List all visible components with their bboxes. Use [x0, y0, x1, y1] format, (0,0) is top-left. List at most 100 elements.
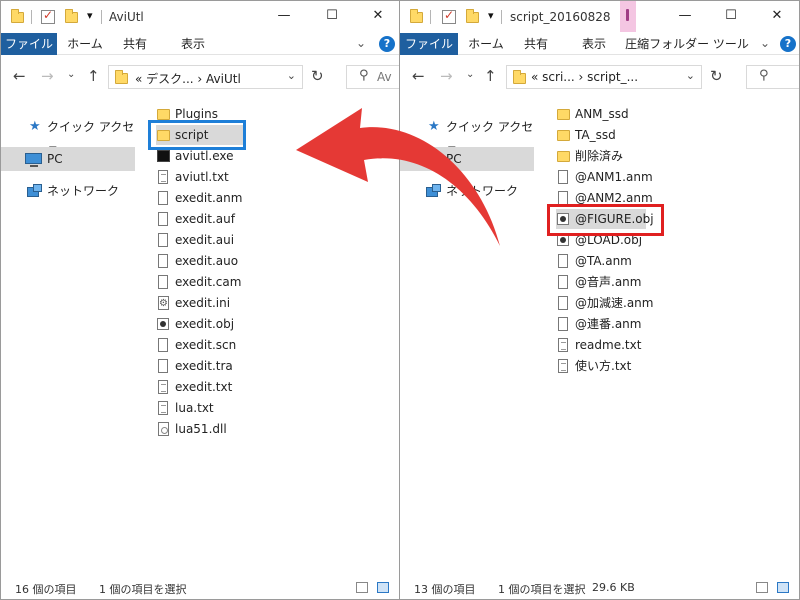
- file-name: exedit.cam: [175, 275, 242, 289]
- minimize-button[interactable]: —: [271, 4, 297, 28]
- forward-arrow-icon[interactable]: →: [41, 67, 54, 85]
- help-icon[interactable]: ?: [780, 36, 796, 52]
- list-item[interactable]: exedit.ini: [156, 293, 266, 314]
- network-icon: [26, 184, 42, 198]
- large-icons-view-icon[interactable]: [377, 582, 389, 593]
- list-item[interactable]: readme.txt: [556, 335, 666, 355]
- file-name: 使い方.txt: [575, 359, 632, 373]
- list-item[interactable]: @音声.anm: [556, 272, 666, 292]
- tab-view[interactable]: 表示: [171, 33, 215, 55]
- search-icon: ⚲: [359, 68, 369, 83]
- close-button[interactable]: ✕: [365, 4, 391, 28]
- explorer-window-script: ▾ script_20160828 — ☐ ✕ ファイル ホーム 共有 表示 圧…: [399, 0, 800, 600]
- divider: [101, 10, 102, 24]
- list-item[interactable]: TA_ssd: [556, 125, 666, 145]
- tab-home[interactable]: ホーム: [462, 33, 510, 55]
- title-bar: ▾ script_20160828 — ☐ ✕: [400, 1, 799, 32]
- new-folder-icon[interactable]: [466, 9, 479, 23]
- address-bar[interactable]: « scri... › script_... ⌄: [506, 65, 702, 89]
- folder-icon: [11, 9, 24, 23]
- tab-share[interactable]: 共有: [516, 33, 556, 55]
- address-bar[interactable]: « デスク... › AviUtl ⌄: [108, 65, 303, 89]
- tab-share[interactable]: 共有: [115, 33, 155, 55]
- text-file-icon: [158, 170, 168, 184]
- recent-locations-icon[interactable]: ⌄: [466, 69, 474, 80]
- tab-compressed-folder-tools[interactable]: 圧縮フォルダー ツール: [624, 33, 750, 55]
- list-item[interactable]: @加減速.anm: [556, 293, 666, 313]
- ribbon-expand-icon[interactable]: ⌄: [760, 36, 770, 50]
- list-item[interactable]: 使い方.txt: [556, 356, 666, 376]
- forward-arrow-icon[interactable]: →: [440, 67, 453, 85]
- list-item[interactable]: @ANM1.anm: [556, 167, 666, 187]
- file-name: exedit.scn: [175, 338, 237, 352]
- details-view-icon[interactable]: [756, 582, 768, 593]
- sidebar-item-network[interactable]: ネットワーク: [400, 179, 534, 203]
- maximize-button[interactable]: ☐: [718, 4, 744, 28]
- tab-file[interactable]: ファイル: [1, 33, 57, 55]
- file-icon: [158, 359, 168, 373]
- search-box[interactable]: ⚲ Av: [346, 65, 400, 89]
- selection-size: 29.6 KB: [592, 581, 635, 594]
- new-folder-icon[interactable]: [65, 9, 78, 23]
- list-item[interactable]: lua51.dll: [156, 419, 266, 439]
- properties-icon[interactable]: [41, 8, 55, 24]
- tab-file[interactable]: ファイル: [400, 33, 458, 55]
- file-name: @音声.anm: [575, 275, 642, 289]
- folder-icon: [557, 109, 570, 120]
- list-item[interactable]: exedit.auf: [156, 209, 266, 229]
- file-name: exedit.auf: [175, 212, 235, 226]
- list-item[interactable]: exedit.scn: [156, 335, 266, 355]
- ribbon-expand-icon[interactable]: ⌄: [356, 36, 366, 50]
- list-item[interactable]: aviutl.txt: [156, 167, 266, 187]
- list-item[interactable]: exedit.anm: [156, 188, 266, 208]
- properties-icon[interactable]: [442, 8, 456, 24]
- maximize-button[interactable]: ☐: [319, 4, 345, 28]
- help-icon[interactable]: ?: [379, 36, 395, 52]
- sidebar-item-quick-access[interactable]: ★ クイック アクセス: [1, 115, 135, 158]
- list-item[interactable]: exedit.obj: [156, 314, 266, 334]
- list-item[interactable]: exedit.txt: [156, 377, 266, 397]
- list-item[interactable]: @連番.anm: [556, 314, 666, 334]
- file-name: lua51.dll: [175, 422, 227, 436]
- back-arrow-icon[interactable]: ←: [13, 67, 26, 85]
- file-name: @ANM1.anm: [575, 170, 653, 184]
- list-item[interactable]: exedit.auo: [156, 251, 266, 271]
- list-item[interactable]: lua.txt: [156, 398, 266, 418]
- search-box[interactable]: ⚲: [746, 65, 799, 89]
- refresh-icon[interactable]: ↻: [710, 67, 723, 85]
- tab-view[interactable]: 表示: [572, 33, 616, 55]
- back-arrow-icon[interactable]: ←: [412, 67, 425, 85]
- sidebar-item-pc[interactable]: PC: [400, 147, 534, 171]
- up-arrow-icon[interactable]: ↑: [484, 67, 497, 85]
- quick-access-dropdown-icon[interactable]: ▾: [87, 9, 93, 22]
- sidebar-item-network[interactable]: ネットワーク: [1, 179, 135, 203]
- list-item[interactable]: ANM_ssd: [556, 104, 666, 124]
- folder-icon: [115, 70, 128, 84]
- up-arrow-icon[interactable]: ↑: [87, 67, 100, 85]
- recent-locations-icon[interactable]: ⌄: [67, 69, 75, 80]
- item-count: 16 個の項目: [15, 583, 77, 596]
- sidebar-item-quick-access[interactable]: ★ クイック アクセス: [400, 115, 534, 158]
- list-item[interactable]: exedit.aui: [156, 230, 266, 250]
- close-button[interactable]: ✕: [764, 4, 790, 28]
- list-item[interactable]: exedit.tra: [156, 356, 266, 376]
- refresh-icon[interactable]: ↻: [311, 67, 324, 85]
- list-item[interactable]: exedit.cam: [156, 272, 266, 292]
- pc-icon: [25, 153, 42, 167]
- sidebar-item-pc[interactable]: PC: [1, 147, 135, 171]
- context-tab-marker: [620, 1, 636, 32]
- address-dropdown-icon[interactable]: ⌄: [287, 69, 296, 82]
- address-dropdown-icon[interactable]: ⌄: [686, 69, 695, 82]
- sidebar-item-label: PC: [47, 152, 63, 166]
- file-icon: [158, 338, 168, 352]
- minimize-button[interactable]: —: [672, 4, 698, 28]
- file-name: lua.txt: [175, 401, 214, 415]
- list-item[interactable]: 削除済み: [556, 146, 666, 166]
- star-icon: ★: [29, 119, 41, 134]
- tab-home[interactable]: ホーム: [61, 33, 109, 55]
- details-view-icon[interactable]: [356, 582, 368, 593]
- list-item[interactable]: @TA.anm: [556, 251, 666, 271]
- file-icon: [158, 212, 168, 226]
- quick-access-dropdown-icon[interactable]: ▾: [488, 9, 494, 22]
- large-icons-view-icon[interactable]: [777, 582, 789, 593]
